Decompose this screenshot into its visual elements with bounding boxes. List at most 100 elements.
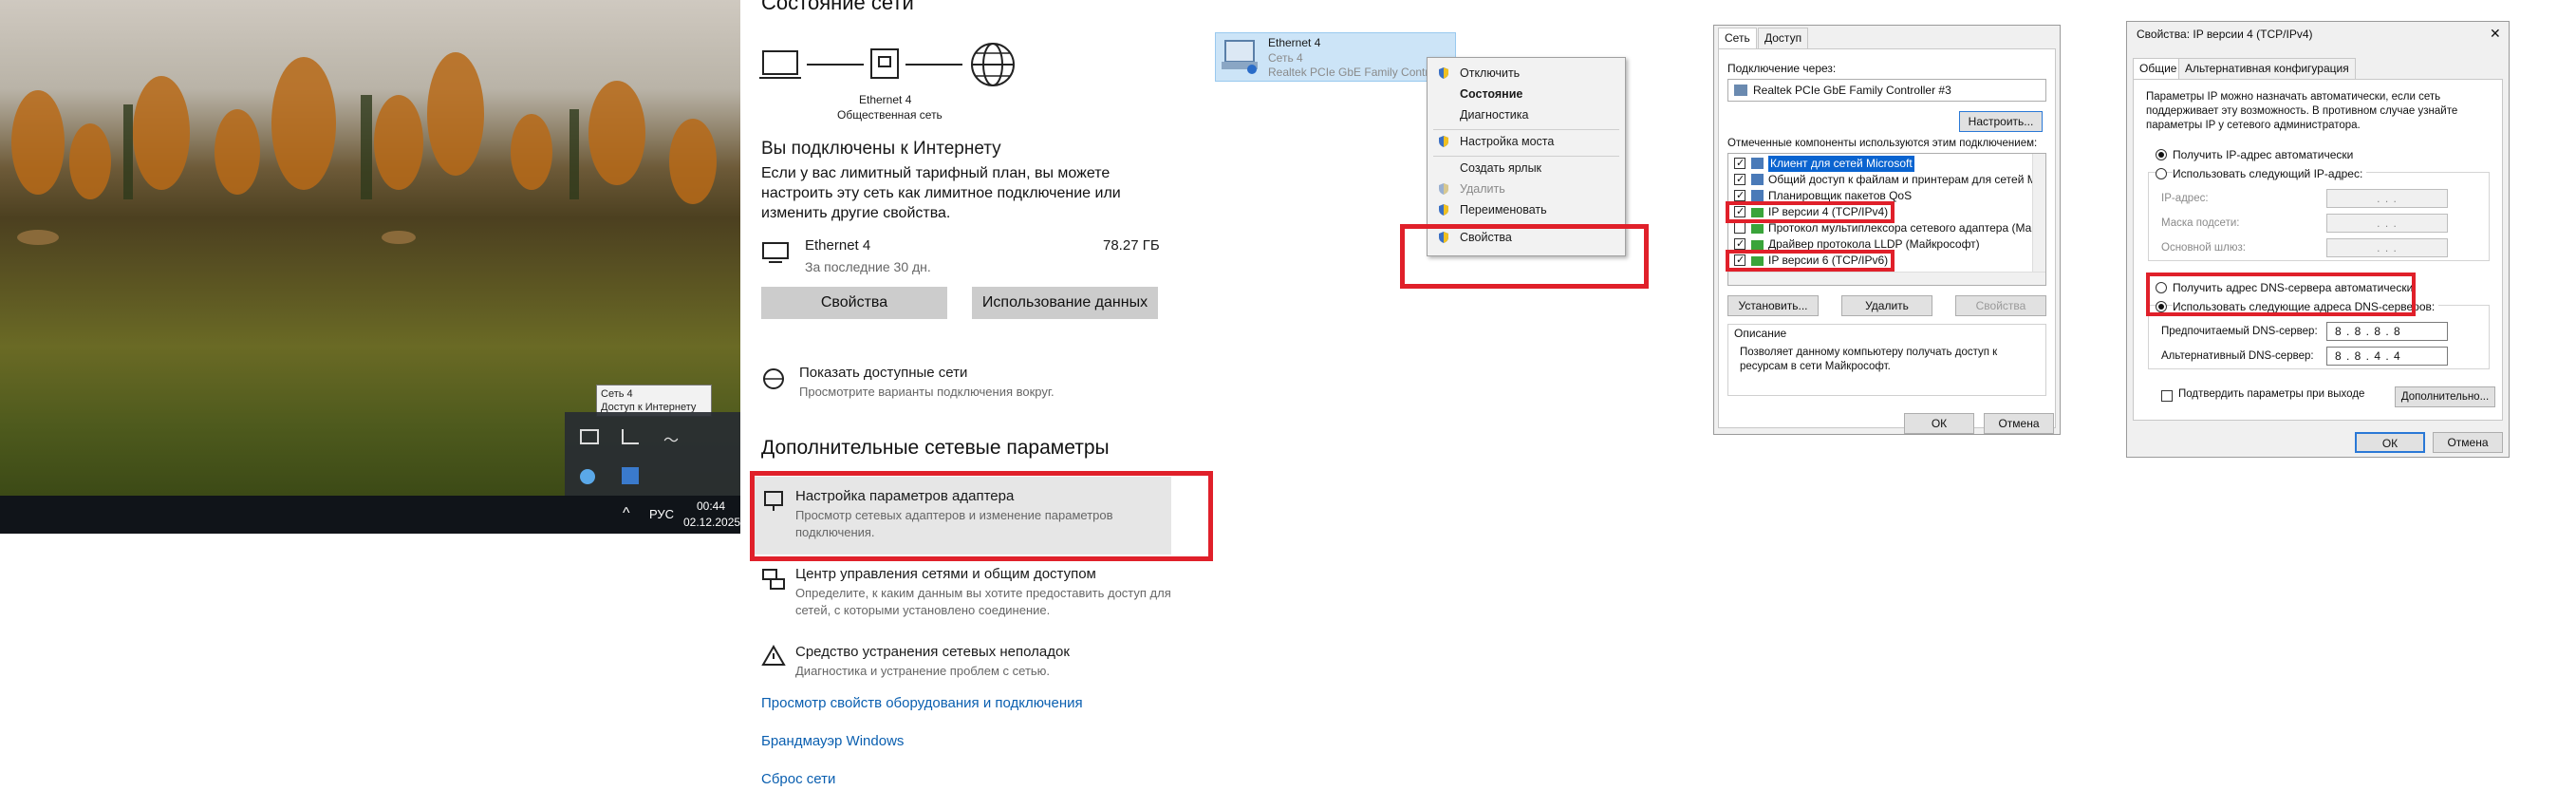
desktop-screenshot: Сеть 4 Доступ к Интернету 〜 ^ РУС 00:44 … [0, 0, 740, 534]
highlight-dns-options [2146, 273, 2416, 316]
protocol-icon [1751, 240, 1764, 250]
alternate-dns-input[interactable]: 8 . 8 . 4 . 4 [2326, 347, 2448, 366]
hardware-properties-link[interactable]: Просмотр свойств оборудования и подключе… [761, 695, 1083, 711]
menu-item-shortcut[interactable]: Создать ярлык [1460, 161, 1541, 175]
nic-icon [1734, 85, 1747, 96]
ethernet-adapter-item[interactable]: Ethernet 4 Сеть 4 Realtek PCIe GbE Famil… [1215, 32, 1456, 82]
tab-general[interactable]: Общие [2133, 58, 2184, 79]
diagram-network-label: Общественная сеть [837, 108, 943, 122]
firewall-link[interactable]: Брандмауэр Windows [761, 733, 904, 749]
gateway-label: Основной шлюз: [2161, 242, 2246, 254]
close-icon[interactable]: ✕ [2490, 26, 2501, 42]
highlight-ipv4 [1726, 201, 1895, 223]
clock-date[interactable]: 02.12.2025 [683, 516, 740, 529]
cancel-button[interactable]: Отмена [1984, 413, 2054, 434]
component-checkbox[interactable] [1734, 222, 1745, 234]
shield-icon [1439, 136, 1448, 147]
component-icon [1751, 190, 1764, 201]
highlight-properties-menu [1400, 224, 1649, 289]
sharing-center-icon [762, 569, 785, 590]
preferred-dns-input[interactable]: 8 . 8 . 8 . 8 [2326, 322, 2448, 341]
ethernet-icon [870, 48, 899, 79]
adapter-item-network: Сеть 4 [1268, 51, 1303, 65]
component-checkbox[interactable] [1734, 188, 1745, 204]
show-networks-link[interactable]: Показать доступные сети [799, 365, 967, 381]
highlight-ipv6 [1726, 250, 1895, 272]
device-field: Realtek PCIe GbE Family Controller #3 [1727, 79, 2046, 102]
ip-label: IP-адрес: [2161, 193, 2209, 204]
alternate-dns-label: Альтернативный DNS-сервер: [2161, 350, 2314, 362]
properties-button[interactable]: Свойства [761, 287, 947, 319]
tray-steam-icon[interactable] [580, 469, 595, 484]
advanced-heading: Дополнительные сетевые параметры [761, 437, 1110, 459]
tab-alternate[interactable]: Альтернативная конфигурация [2178, 58, 2356, 79]
advanced-button[interactable]: Дополнительно... [2395, 386, 2495, 407]
validate-checkbox[interactable] [2161, 390, 2173, 402]
install-button[interactable]: Установить... [1727, 295, 1819, 316]
tray-monitor-icon[interactable] [622, 467, 639, 484]
dialog-title: Свойства: IP версии 4 (TCP/IPv4) [2137, 28, 2313, 41]
language-indicator[interactable]: РУС [649, 507, 674, 521]
auto-ip-label: Получить IP-адрес автоматически [2173, 148, 2354, 161]
description-label: Описание [1734, 327, 1787, 340]
network-status-panel: Состояние сети Ethernet 4 Общественная с… [740, 0, 1215, 809]
troubleshoot-title[interactable]: Средство устранения сетевых неполадок [795, 644, 1070, 660]
ok-button[interactable]: ОК [2355, 432, 2425, 453]
network-adapter-icon [1222, 40, 1258, 74]
cancel-button[interactable]: Отмена [2433, 432, 2503, 453]
clock-time[interactable]: 00:44 [697, 499, 725, 513]
mask-field: . . . [2326, 214, 2448, 233]
usage-adapter-name: Ethernet 4 [805, 237, 871, 254]
menu-item-status[interactable]: Состояние [1460, 87, 1522, 101]
description-group: Описание Позволяет данному компьютеру по… [1727, 324, 2046, 396]
auto-ip-radio[interactable] [2156, 149, 2167, 160]
tray-app-icon[interactable]: 〜 [663, 427, 679, 450]
show-networks-sub: Просмотрите варианты подключения вокруг. [799, 385, 1055, 399]
menu-item-rename[interactable]: Переименовать [1460, 203, 1547, 216]
components-label: Отмеченные компоненты используются этим … [1727, 138, 2038, 149]
shield-icon [1439, 183, 1448, 195]
usage-period: За последние 30 дн. [805, 259, 931, 274]
connect-via-label: Подключение через: [1727, 62, 1837, 75]
tab-network[interactable]: Сеть [1718, 28, 1757, 48]
component-checkbox[interactable] [1734, 156, 1745, 172]
configure-button[interactable]: Настроить... [1959, 111, 2043, 132]
vertical-scrollbar[interactable] [2032, 154, 2045, 272]
connected-heading: Вы подключены к Интернету [761, 139, 1001, 159]
menu-separator [1433, 156, 1619, 157]
manual-ip-radio[interactable] [2156, 168, 2167, 179]
adapter-properties-dialog: Сеть Доступ Подключение через: Realtek P… [1713, 25, 2061, 435]
tooltip-line-1: Сеть 4 [601, 388, 633, 400]
ip-field: . . . [2326, 189, 2448, 208]
menu-item-delete: Удалить [1460, 182, 1505, 196]
chevron-up-icon[interactable]: ^ [623, 505, 630, 522]
remove-button[interactable]: Удалить [1841, 295, 1932, 316]
intro-text: Параметры IP можно назначать автоматичес… [2146, 91, 2458, 131]
ok-button[interactable]: ОК [1904, 413, 1974, 434]
diagram-adapter-label: Ethernet 4 [859, 93, 912, 106]
preferred-dns-label: Предпочитаемый DNS-сервер: [2161, 326, 2318, 337]
sharing-center-title[interactable]: Центр управления сетями и общим доступом [795, 566, 1096, 582]
sharing-center-sub: Определите, к каким данным вы хотите пре… [795, 586, 1171, 617]
tray-device-icon[interactable] [622, 429, 639, 444]
menu-item-bridge[interactable]: Настройка моста [1460, 135, 1554, 148]
network-reset-link[interactable]: Сброс сети [761, 771, 835, 787]
shield-icon [1439, 67, 1448, 79]
horizontal-scrollbar[interactable] [1728, 272, 2045, 285]
component-checkbox[interactable] [1734, 172, 1745, 188]
usage-amount: 78.27 ГБ [1103, 237, 1160, 254]
mask-label: Маска подсети: [2161, 217, 2240, 229]
tab-sharing[interactable]: Доступ [1758, 28, 1809, 48]
component-checkbox[interactable] [1734, 236, 1745, 253]
tray-network-icon[interactable] [580, 429, 599, 444]
connected-text: Если у вас лимитный тарифный план, вы мо… [761, 165, 1121, 221]
description-text: Позволяет данному компьютеру получать до… [1740, 347, 1998, 372]
menu-item-diagnostics[interactable]: Диагностика [1460, 108, 1528, 122]
globe-icon [971, 43, 1015, 86]
protocol-icon [1751, 224, 1764, 234]
menu-item-disable[interactable]: Отключить [1460, 66, 1520, 80]
shield-icon [1439, 204, 1448, 216]
data-usage-button[interactable]: Использование данных [972, 287, 1158, 319]
taskbar: ^ РУС 00:44 02.12.2025 [0, 496, 740, 534]
component-icon [1751, 174, 1764, 185]
